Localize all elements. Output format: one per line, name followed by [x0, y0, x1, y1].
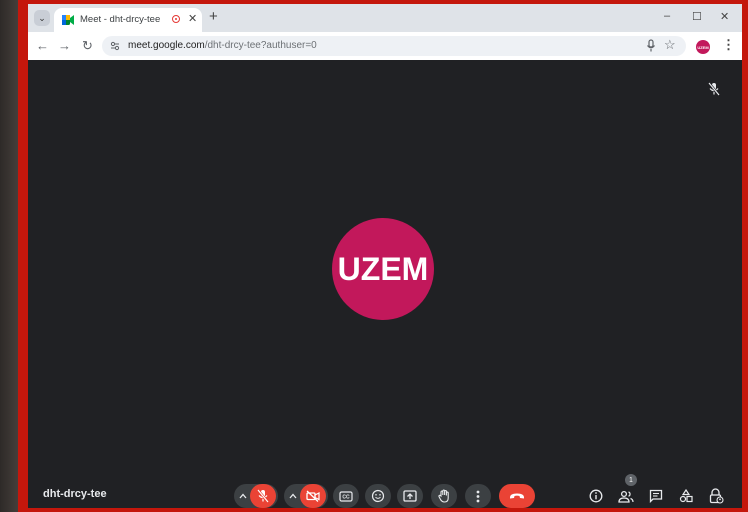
present-screen-button[interactable]: [397, 484, 423, 508]
address-bar[interactable]: meet.google.com/dht-drcy-tee?authuser=0 …: [102, 36, 686, 56]
chevron-down-icon: ⌄: [38, 12, 46, 23]
host-controls-button[interactable]: [708, 488, 724, 504]
url-path: /dht-drcy-tee?authuser=0: [204, 40, 317, 51]
mic-off-icon: [257, 489, 269, 503]
activities-icon: [679, 489, 693, 503]
browser-menu-icon[interactable]: ⋮: [722, 37, 735, 53]
participant-avatar: UZEM: [332, 218, 434, 320]
maximize-button[interactable]: ☐: [692, 10, 702, 23]
lock-person-icon: [709, 488, 724, 504]
chat-icon: [649, 489, 663, 503]
info-icon: [589, 489, 603, 503]
google-meet-icon: [62, 15, 74, 25]
site-info-icon: [110, 41, 120, 51]
tab-strip: ⌄ Meet - dht-drcy-tee ✕ + – ☐ ✕: [28, 4, 742, 32]
reload-icon[interactable]: ↻: [82, 38, 93, 54]
microphone-toggle-button[interactable]: [250, 484, 276, 508]
url-text: meet.google.com/dht-drcy-tee?authuser=0: [128, 40, 317, 51]
recording-indicator-icon: [172, 15, 180, 23]
close-window-button[interactable]: ✕: [720, 10, 729, 23]
activities-button[interactable]: [678, 488, 694, 504]
desktop-background: [0, 0, 18, 512]
reactions-button[interactable]: [365, 484, 391, 508]
people-icon: [618, 490, 634, 503]
forward-arrow-icon[interactable]: →: [58, 38, 71, 54]
meeting-code: dht-drcy-tee: [43, 488, 107, 500]
browser-toolbar: ← → ↻ meet.google.com/dht-drcy-tee?authu…: [28, 32, 742, 60]
more-options-button[interactable]: [465, 484, 491, 508]
more-vert-icon: [476, 490, 480, 502]
bookmark-star-icon[interactable]: ☆: [664, 37, 676, 53]
tab-title: Meet - dht-drcy-tee: [80, 14, 161, 25]
microphone-icon[interactable]: [646, 39, 656, 53]
browser-window: ⌄ Meet - dht-drcy-tee ✕ + – ☐ ✕ ← → ↻ me…: [28, 4, 742, 508]
leave-call-button[interactable]: [499, 484, 535, 508]
back-arrow-icon[interactable]: ←: [36, 38, 49, 54]
present-screen-icon: [403, 490, 417, 502]
closed-captions-icon: CC: [339, 490, 353, 502]
captions-button[interactable]: CC: [333, 484, 359, 508]
svg-text:CC: CC: [342, 494, 350, 500]
minimize-button[interactable]: –: [664, 10, 670, 22]
end-call-icon: [510, 493, 524, 499]
mic-off-icon: [708, 82, 720, 96]
chat-button[interactable]: [648, 488, 664, 504]
new-tab-button[interactable]: +: [209, 8, 218, 25]
meeting-details-button[interactable]: [588, 488, 604, 504]
raise-hand-button[interactable]: [431, 484, 457, 508]
people-button[interactable]: [618, 488, 634, 504]
chevron-up-icon: [239, 493, 247, 499]
close-tab-icon[interactable]: ✕: [188, 12, 197, 25]
tab-meet[interactable]: Meet - dht-drcy-tee ✕: [54, 8, 202, 32]
smiley-icon: [371, 489, 385, 503]
profile-avatar[interactable]: UZEM: [696, 40, 710, 54]
participants-count-badge: 1: [625, 474, 637, 486]
camera-off-icon: [306, 490, 320, 502]
tab-search-button[interactable]: ⌄: [34, 10, 50, 26]
camera-toggle-button[interactable]: [300, 484, 326, 508]
chevron-up-icon: [289, 493, 297, 499]
meeting-stage: UZEM dht-drcy-tee CC 1: [28, 60, 742, 508]
hand-icon: [438, 489, 449, 503]
url-host: meet.google.com: [128, 40, 205, 51]
